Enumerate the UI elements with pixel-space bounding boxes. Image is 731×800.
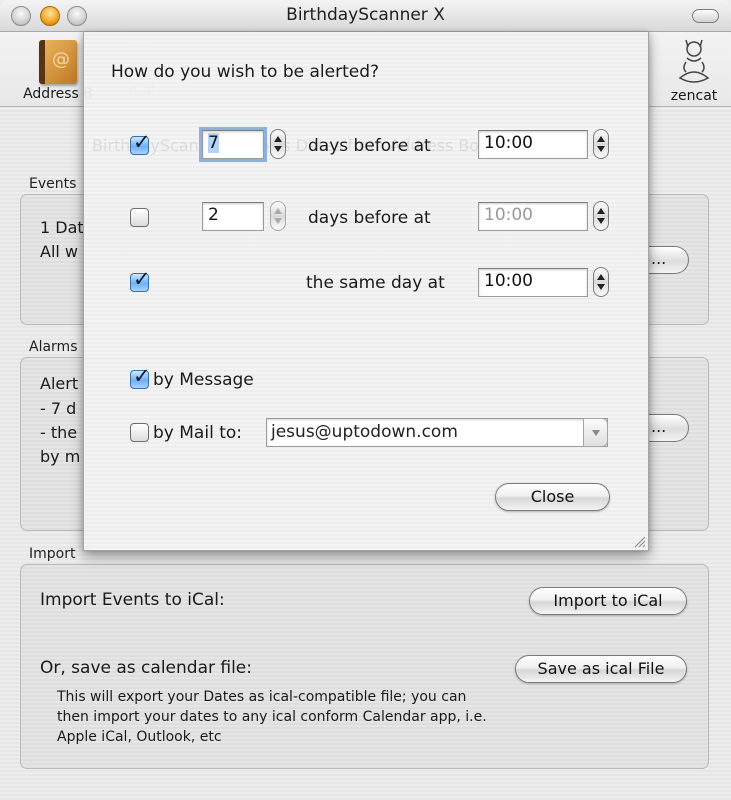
checkmark-icon: ✓ xyxy=(133,267,151,291)
import-events-label: Import Events to iCal: xyxy=(40,590,225,610)
email-combobox[interactable]: jesus@uptodown.com xyxy=(266,418,608,447)
address-book-icon: @ xyxy=(39,40,77,84)
row2-checkbox[interactable] xyxy=(130,208,149,227)
close-button[interactable]: Close xyxy=(495,483,610,511)
row2-label: days before at xyxy=(308,208,431,228)
checkmark-icon: ✓ xyxy=(133,364,151,388)
alarm-summary-line: by m xyxy=(40,447,81,466)
row3-checkbox[interactable]: ✓ xyxy=(130,267,151,292)
row1-time-stepper[interactable] xyxy=(593,129,609,159)
combo-dropdown-arrow-icon[interactable] xyxy=(583,418,608,447)
alarms-group-label: Alarms xyxy=(29,339,78,355)
alert-options-sheet: BirthdayScanner exports Dates from Addre… xyxy=(83,32,649,551)
by-mail-label[interactable]: by Mail to: xyxy=(153,423,242,443)
events-change-button[interactable]: ... xyxy=(649,246,689,274)
by-message-label[interactable]: by Message xyxy=(153,370,254,390)
row1-time-field[interactable]: 10:00 xyxy=(478,130,588,159)
title-bar: BirthdayScanner X xyxy=(0,0,731,32)
row3-time-stepper[interactable] xyxy=(593,267,609,297)
save-as-ical-file-button[interactable]: Save as ical File xyxy=(515,655,687,683)
import-groupbox: Import Events to iCal: Import to iCal Or… xyxy=(20,564,709,769)
row1-days-value: 7 xyxy=(208,133,219,153)
save-calendar-label: Or, save as calendar file: xyxy=(40,658,252,678)
row1-days-field[interactable]: 7 xyxy=(199,127,267,162)
import-to-ical-button[interactable]: Import to iCal xyxy=(529,587,687,615)
toolbar-item-label: zencat xyxy=(670,88,718,104)
row2-days-field[interactable]: 2 xyxy=(202,202,264,231)
window-title: BirthdayScanner X xyxy=(286,5,445,25)
resize-grip-icon[interactable] xyxy=(632,534,646,548)
app-window: BirthdayScanner X @ Address B iCal zenca… xyxy=(0,0,731,800)
email-value: jesus@uptodown.com xyxy=(271,422,458,442)
by-message-checkbox[interactable]: ✓ xyxy=(130,364,151,389)
events-selected-text: All w xyxy=(40,242,79,261)
row3-time-field[interactable]: 10:00 xyxy=(478,268,588,297)
export-description: This will export your Dates as ical-comp… xyxy=(57,689,487,745)
row1-days-stepper[interactable] xyxy=(270,129,286,159)
events-group-label: Events xyxy=(29,176,77,192)
alarm-summary-line: - the xyxy=(40,423,78,442)
import-group-label: Import xyxy=(29,546,76,562)
sheet-title: How do you wish to be alerted? xyxy=(111,62,380,82)
checkmark-icon: ✓ xyxy=(133,130,151,154)
zencat-icon xyxy=(678,39,710,83)
alarm-summary-line: - 7 d xyxy=(40,399,77,418)
row3-label: the same day at xyxy=(306,273,445,293)
toolbar-item-zencat[interactable]: zencat xyxy=(664,36,724,104)
alarm-summary-line: Alert xyxy=(40,374,79,393)
row2-time-stepper[interactable] xyxy=(593,201,609,231)
row1-checkbox[interactable]: ✓ xyxy=(130,130,151,155)
row2-days-stepper[interactable] xyxy=(270,201,286,231)
row2-time-field[interactable]: 10:00 xyxy=(478,202,588,231)
toolbar-toggle-button[interactable] xyxy=(692,9,719,23)
events-found-text: 1 Dat xyxy=(40,218,84,237)
row1-label: days before at xyxy=(308,136,431,156)
alarms-change-button[interactable]: ... xyxy=(649,414,689,442)
by-mail-checkbox[interactable] xyxy=(130,423,149,442)
